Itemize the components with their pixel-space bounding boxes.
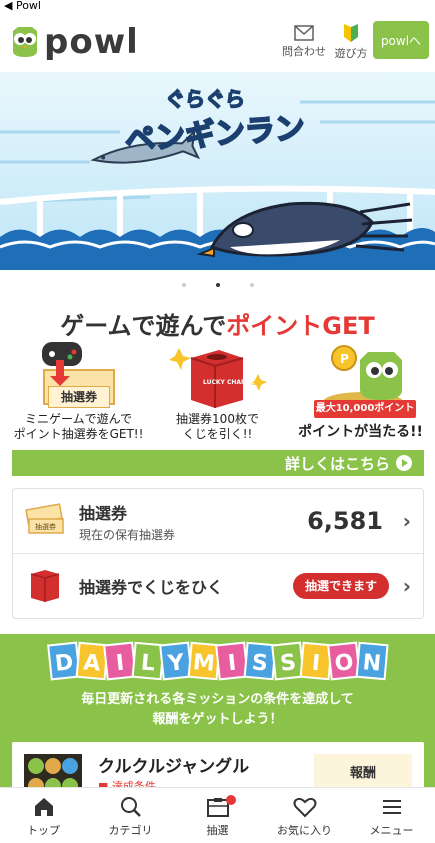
- feature-minigame: 抽選券 ミニゲームで遊んで ポイント抽選券をGET!!: [6, 340, 151, 450]
- svg-text:D: D: [54, 650, 75, 677]
- ticket-icon-text: 抽選券: [35, 522, 56, 531]
- carousel-dot[interactable]: [181, 283, 186, 287]
- tab-label: カテゴリ: [108, 824, 153, 837]
- banner-illustration: ぐらぐら ペンギンラン: [0, 72, 435, 270]
- back-to-app-link[interactable]: ◀ Powl: [4, 0, 41, 12]
- bottom-tab-bar: トップ カテゴリ 抽選 お気に入り メニュー: [0, 787, 435, 843]
- status-bar: ◀ Powl: [0, 0, 435, 12]
- tab-label: お気に入り: [277, 824, 332, 837]
- contact-button[interactable]: 問合わせ: [278, 20, 330, 64]
- feature-text: ポイントが当たる!!: [288, 425, 433, 440]
- ticket-count: 6,581: [307, 507, 383, 535]
- mission-title-letter: I: [215, 641, 249, 681]
- chevron-right-icon: ›: [402, 573, 411, 598]
- details-link-label: 詳しくはこちら: [284, 454, 390, 473]
- logo-text: powl: [44, 22, 139, 62]
- feature-text: ミニゲームで遊んで ポイント抽選券をGET!!: [6, 412, 151, 442]
- tab-lottery[interactable]: 抽選: [174, 788, 261, 843]
- svg-text:M: M: [192, 650, 216, 677]
- feature-line2: くじを引く!!: [182, 427, 253, 441]
- powl-logo[interactable]: powl: [10, 22, 139, 62]
- mission-item-title: クルクルジャングル: [98, 757, 250, 777]
- title-prefix: ゲームで遊んで: [60, 312, 227, 340]
- daily-mission-subtitle: 毎日更新される各ミッションの条件を達成して 報酬をゲットしよう！: [0, 690, 435, 730]
- details-link[interactable]: 詳しくはこちら: [12, 450, 424, 476]
- tab-top[interactable]: トップ: [0, 788, 87, 843]
- mission-title-letter: I: [103, 641, 137, 681]
- lucky-box-label: LUCKY CHANCE: [203, 379, 255, 386]
- carousel-dot[interactable]: [249, 283, 254, 287]
- feature-line1: ポイントが当たる!!: [298, 424, 423, 440]
- game-banner[interactable]: ぐらぐら ペンギンラン: [0, 72, 435, 270]
- svg-text:S: S: [279, 650, 297, 677]
- svg-text:P: P: [340, 352, 349, 366]
- game-section-title: ゲームで遊んでポイントGET: [0, 306, 435, 341]
- ticket-stack-icon: 抽選券: [25, 503, 64, 534]
- ticket-title: 抽選券: [79, 503, 128, 523]
- mission-title-letter: S: [271, 641, 305, 681]
- feature-text: 抽選券100枚で くじを引く!!: [145, 412, 290, 442]
- feature-line1: ミニゲームで遊んで: [24, 412, 133, 426]
- max-points-badge: 最大10,000ポイント: [314, 400, 416, 418]
- ticket-subtitle: 現在の保有抽選券: [79, 527, 176, 542]
- svg-text:A: A: [82, 650, 101, 676]
- feature-points: P 最大10,000ポイント ポイントが当たる!!: [288, 340, 433, 450]
- hamburger-menu-icon: [382, 800, 401, 814]
- draw-available-button[interactable]: 抽選できます: [292, 572, 389, 599]
- ticket-balance-row[interactable]: 抽選券 抽選券 現在の保有抽選券 6,581 ›: [13, 489, 423, 553]
- svg-text:O: O: [334, 650, 355, 677]
- howto-button[interactable]: 遊び方: [325, 20, 377, 64]
- mission-title-letter: S: [243, 641, 277, 681]
- mission-title-letter: D: [47, 641, 81, 681]
- beginner-mark-icon: [344, 24, 358, 42]
- svg-text:L: L: [140, 650, 156, 676]
- howto-label: 遊び方: [334, 47, 368, 60]
- mission-title-letter: A: [75, 641, 109, 681]
- tab-label: メニュー: [369, 824, 414, 837]
- mission-title-letter: M: [187, 641, 221, 681]
- play-arrow-icon: [396, 455, 412, 471]
- search-icon: [120, 797, 141, 817]
- powl-button[interactable]: powlへ: [373, 21, 429, 59]
- tab-menu[interactable]: メニュー: [348, 788, 435, 843]
- mission-title-letter: N: [355, 641, 389, 681]
- banner-title-line1: ぐらぐら: [165, 87, 245, 111]
- tab-label: トップ: [27, 824, 60, 837]
- title-highlight: ポイントGET: [226, 312, 375, 340]
- mission-title-letter: Y: [159, 641, 193, 681]
- mission-title-letter: O: [327, 641, 361, 681]
- home-icon: [34, 798, 53, 816]
- tab-label: 抽選: [206, 824, 229, 837]
- mission-title-letter: L: [131, 641, 165, 681]
- ticket-card: 抽選券 抽選券 現在の保有抽選券 6,581 › 抽選券でくじをひく 抽選できま…: [12, 488, 424, 619]
- tab-category[interactable]: カテゴリ: [87, 788, 174, 843]
- svg-text:S: S: [251, 650, 269, 676]
- lucky-box-small-icon: [30, 569, 60, 602]
- svg-text:N: N: [362, 650, 383, 677]
- lucky-box-icon: LUCKY CHANCE: [169, 348, 267, 408]
- carousel-indicator: [0, 283, 435, 287]
- carousel-dot-active[interactable]: [215, 283, 220, 287]
- header: powl 問合わせ 遊び方 powlへ: [0, 12, 435, 72]
- feature-line1: 抽選券100枚で: [176, 412, 259, 426]
- tab-favorites[interactable]: お気に入り: [261, 788, 348, 843]
- draw-lottery-row[interactable]: 抽選券でくじをひく 抽選できます ›: [13, 553, 423, 617]
- notification-badge: [226, 795, 236, 805]
- draw-label: 抽選券でくじをひく: [79, 577, 224, 597]
- feature-lucky-chance: LUCKY CHANCE 抽選券100枚で くじを引く!!: [145, 340, 290, 450]
- mission-subtitle-line1: 毎日更新される各ミッションの条件を達成して: [81, 692, 354, 707]
- mail-icon: [294, 25, 314, 41]
- daily-mission-title: DAILYMISSION: [47, 641, 389, 681]
- mission-title-letter: I: [299, 641, 333, 681]
- chevron-right-icon: ›: [402, 509, 411, 533]
- contact-label: 問合わせ: [282, 45, 326, 58]
- ticket-tag: 抽選券: [48, 386, 110, 408]
- ticket-text: 抽選券 現在の保有抽選券: [79, 500, 175, 543]
- heart-icon: [293, 797, 316, 818]
- owl-logo-icon: [13, 27, 37, 57]
- feature-line2: ポイント抽選券をGET!!: [13, 427, 144, 441]
- mission-subtitle-line2: 報酬をゲットしよう！: [152, 712, 283, 727]
